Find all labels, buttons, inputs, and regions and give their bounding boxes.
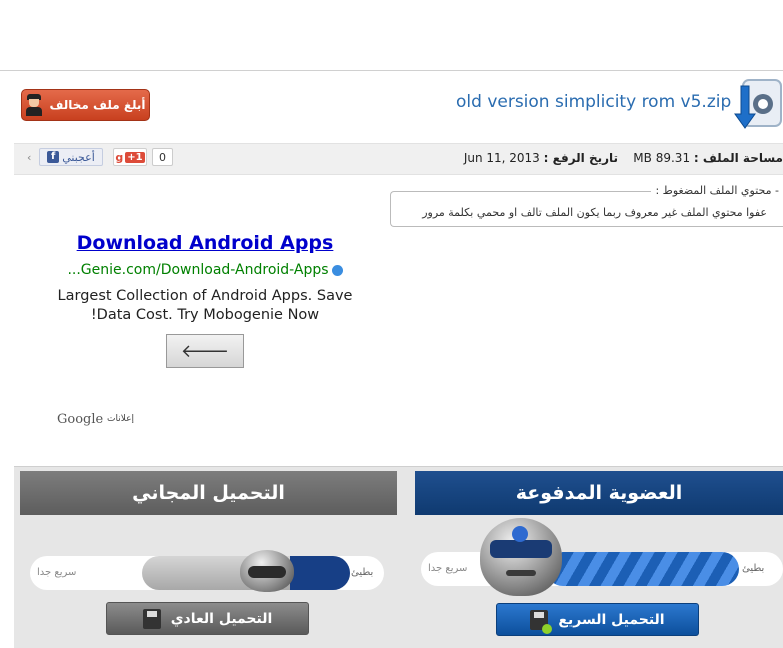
- size-label: مساحة الملف :: [693, 151, 783, 165]
- paid-slow-label: بطيئ: [742, 563, 765, 574]
- normal-download-label: التحميل العادي: [170, 610, 273, 627]
- paid-robot-icon: [480, 518, 562, 596]
- ad-description: Largest Collection of Android Apps. Save…: [40, 287, 370, 325]
- free-robot-icon: [240, 550, 294, 592]
- compressed-content-message: عفوا محتوي الملف غير معروف ربما يكون الم…: [422, 206, 767, 219]
- paid-speed-fill: [546, 552, 739, 586]
- google-logo: Google: [57, 412, 104, 427]
- date-value: Jun 11, 2013: [463, 151, 540, 165]
- date-label: تاريخ الرفع :: [543, 151, 619, 165]
- left-arrow-icon: 🡐: [180, 340, 230, 362]
- gplus-label: +1: [125, 151, 145, 163]
- paid-membership-header: العضوية المدفوعة: [415, 471, 783, 515]
- file-meta: مساحة الملف : 89.31 MB تاريخ الرفع : Jun…: [464, 151, 783, 165]
- compressed-content-legend: - محتوي الملف المضغوط :: [651, 184, 783, 197]
- ad-desc-line-2: Data Cost. Try Mobogenie Now!: [90, 307, 320, 323]
- agent-icon: [25, 94, 43, 116]
- report-file-button[interactable]: أبلغ ملف مخالف: [21, 89, 150, 121]
- report-button-label: أبلغ ملف مخالف: [49, 98, 146, 112]
- fast-download-label: التحميل السريع: [558, 611, 665, 628]
- ad-title-link[interactable]: Download Android Apps: [40, 232, 370, 254]
- ad-desc-line-1: Largest Collection of Android Apps. Save: [57, 288, 353, 304]
- normal-download-button[interactable]: التحميل العادي: [106, 602, 309, 635]
- free-download-header: التحميل المجاني: [20, 471, 397, 515]
- paid-fast-label: سريع جدا: [428, 563, 468, 574]
- ad-arrow-button[interactable]: 🡐: [166, 334, 244, 368]
- fast-download-button[interactable]: التحميل السريع: [496, 603, 699, 636]
- share-arrow-icon: ‹: [27, 151, 32, 164]
- size-value: 89.31 MB: [633, 151, 691, 165]
- facebook-like-button[interactable]: f أعجبني: [39, 148, 103, 166]
- google-plus-icon: g: [115, 150, 124, 164]
- file-download-icon: [734, 72, 782, 134]
- free-slow-label: بطيئ: [351, 567, 374, 578]
- floppy-download-icon: [530, 609, 553, 634]
- like-label: أعجبني: [62, 150, 95, 164]
- free-fast-label: سريع جدا: [37, 567, 77, 578]
- file-title[interactable]: old version simplicity rom v5.zip: [456, 92, 731, 112]
- floppy-disk-icon: [142, 608, 161, 629]
- top-divider: [0, 70, 783, 71]
- google-plus-button[interactable]: g +1: [113, 148, 147, 166]
- share-count: 0: [152, 148, 173, 166]
- ads-label: إعلانات: [107, 414, 134, 424]
- facebook-icon: f: [47, 151, 60, 163]
- free-speed-fill-slow: [290, 556, 350, 590]
- ad-info-icon[interactable]: [331, 264, 343, 276]
- ad-url-text: Genie.com/Download-Android-Apps...: [67, 262, 329, 278]
- ad-url-link[interactable]: Genie.com/Download-Android-Apps...: [40, 262, 370, 278]
